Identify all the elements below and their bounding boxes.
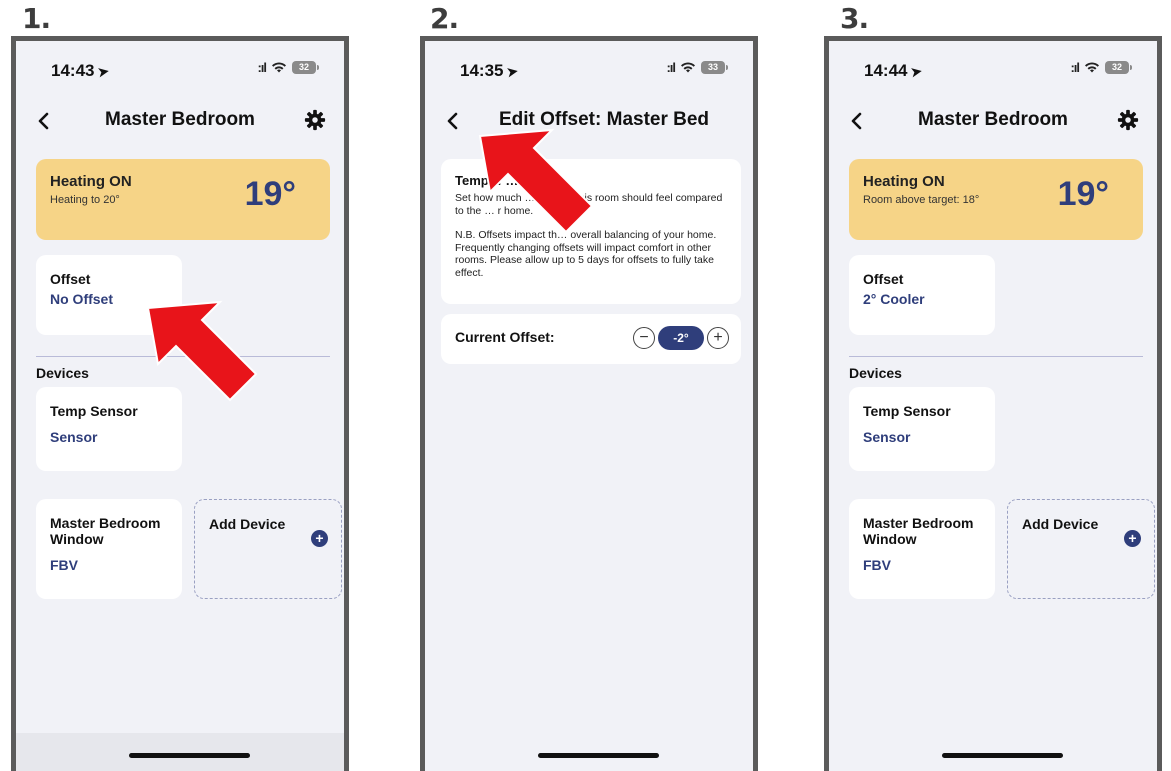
- offsets-info-card: Temp… …ffsets Set how much … r cooler th…: [441, 159, 741, 304]
- bottom-bar: [829, 733, 1157, 771]
- offset-card[interactable]: Offset 2° Cooler: [849, 255, 995, 335]
- status-time: 14:44 ➤: [864, 61, 924, 80]
- phone-screen-2: 14:35 ➤ :ıl 33 Edit Offset: Master Bed Te…: [420, 36, 758, 771]
- nav-header: Master Bedroom: [829, 103, 1157, 141]
- increase-button[interactable]: +: [707, 327, 729, 349]
- step-number-3: 3.: [840, 2, 869, 35]
- offset-label: Offset: [50, 271, 91, 287]
- offset-card[interactable]: Offset No Offset: [36, 255, 182, 335]
- heating-subtitle: Heating to 20°: [50, 194, 120, 206]
- status-time: 14:43 ➤: [51, 61, 111, 80]
- device-card-window[interactable]: Master Bedroom Window FBV: [36, 499, 182, 599]
- bottom-bar: [16, 733, 344, 771]
- location-arrow-icon: ➤: [506, 63, 520, 80]
- add-device-card[interactable]: Add Device +: [1007, 499, 1155, 599]
- device-name: Master Bedroom Window: [50, 515, 161, 547]
- info-paragraph-2: N.B. Offsets impact th… overall balancin…: [455, 229, 717, 279]
- current-offset-label: Current Offset:: [455, 329, 555, 345]
- heating-status-card: Heating ON Heating to 20° 19°: [36, 159, 330, 240]
- status-bar: 14:43 ➤ :ıl 32: [16, 55, 344, 85]
- decrease-button[interactable]: −: [633, 327, 655, 349]
- devices-heading: Devices: [36, 365, 89, 381]
- status-time: 14:35 ➤: [460, 61, 520, 80]
- heating-title: Heating ON: [50, 173, 132, 190]
- info-heading: Temp… …ffsets: [455, 173, 553, 188]
- device-card-temp-sensor[interactable]: Temp Sensor Sensor: [36, 387, 182, 471]
- device-name: Master Bedroom Window: [863, 515, 974, 547]
- offset-value-pill: -2°: [658, 326, 704, 350]
- nav-header: Edit Offset: Master Bed: [425, 103, 753, 141]
- step-number-2: 2.: [430, 2, 459, 35]
- status-bar: 14:44 ➤ :ıl 32: [829, 55, 1157, 85]
- device-type: Sensor: [50, 429, 98, 445]
- devices-heading: Devices: [849, 365, 902, 381]
- current-temperature: 19°: [244, 175, 296, 213]
- device-type: FBV: [863, 557, 891, 573]
- battery-icon: 33: [701, 60, 728, 74]
- battery-icon: 32: [292, 60, 319, 74]
- divider: [849, 356, 1143, 357]
- plus-circle-icon[interactable]: +: [1124, 530, 1141, 547]
- current-temperature: 19°: [1057, 175, 1109, 213]
- offset-value: No Offset: [50, 291, 113, 307]
- wifi-icon: [1085, 62, 1099, 73]
- location-arrow-icon: ➤: [910, 63, 924, 80]
- home-indicator[interactable]: [942, 753, 1063, 758]
- page-title: Edit Offset: Master Bed: [498, 109, 710, 130]
- info-paragraph-1: Set how much … r cooler this room should…: [455, 192, 723, 217]
- status-bar: 14:35 ➤ :ıl 33: [425, 55, 753, 85]
- device-card-temp-sensor[interactable]: Temp Sensor Sensor: [849, 387, 995, 471]
- cellular-signal-icon: :ıl: [666, 59, 676, 75]
- device-type: Sensor: [863, 429, 911, 445]
- heating-status-card: Heating ON Room above target: 18° 19°: [849, 159, 1143, 240]
- step-number-1: 1.: [22, 2, 51, 35]
- wifi-icon: [681, 62, 695, 73]
- nav-header: Master Bedroom: [16, 103, 344, 141]
- heating-subtitle: Room above target: 18°: [863, 194, 980, 206]
- device-name: Temp Sensor: [50, 403, 138, 419]
- add-device-label: Add Device: [209, 516, 286, 532]
- phone-screen-3: 14:44 ➤ :ıl 32 Master Bedroom Heating ON …: [824, 36, 1162, 771]
- device-name: Temp Sensor: [863, 403, 951, 419]
- page-title: Master Bedroom: [105, 109, 255, 130]
- page-title: Master Bedroom: [918, 109, 1068, 130]
- bottom-bar: [425, 733, 753, 771]
- home-indicator[interactable]: [129, 753, 250, 758]
- cellular-signal-icon: :ıl: [257, 59, 267, 75]
- gear-icon[interactable]: [304, 109, 326, 131]
- home-indicator[interactable]: [538, 753, 659, 758]
- current-offset-card: Current Offset: − -2° +: [441, 314, 741, 364]
- device-type: FBV: [50, 557, 78, 573]
- cellular-signal-icon: :ıl: [1070, 59, 1080, 75]
- heating-title: Heating ON: [863, 173, 945, 190]
- phone-screen-1: 14:43 ➤ :ıl 32 Master Bedroom Heating ON …: [11, 36, 349, 771]
- offset-stepper: − -2° +: [633, 326, 729, 350]
- wifi-icon: [272, 62, 286, 73]
- location-arrow-icon: ➤: [97, 63, 111, 80]
- offset-value: 2° Cooler: [863, 291, 925, 307]
- add-device-card[interactable]: Add Device +: [194, 499, 342, 599]
- battery-icon: 32: [1105, 60, 1132, 74]
- plus-circle-icon[interactable]: +: [311, 530, 328, 547]
- offset-label: Offset: [863, 271, 904, 287]
- add-device-label: Add Device: [1022, 516, 1099, 532]
- device-card-window[interactable]: Master Bedroom Window FBV: [849, 499, 995, 599]
- divider: [36, 356, 330, 357]
- gear-icon[interactable]: [1117, 109, 1139, 131]
